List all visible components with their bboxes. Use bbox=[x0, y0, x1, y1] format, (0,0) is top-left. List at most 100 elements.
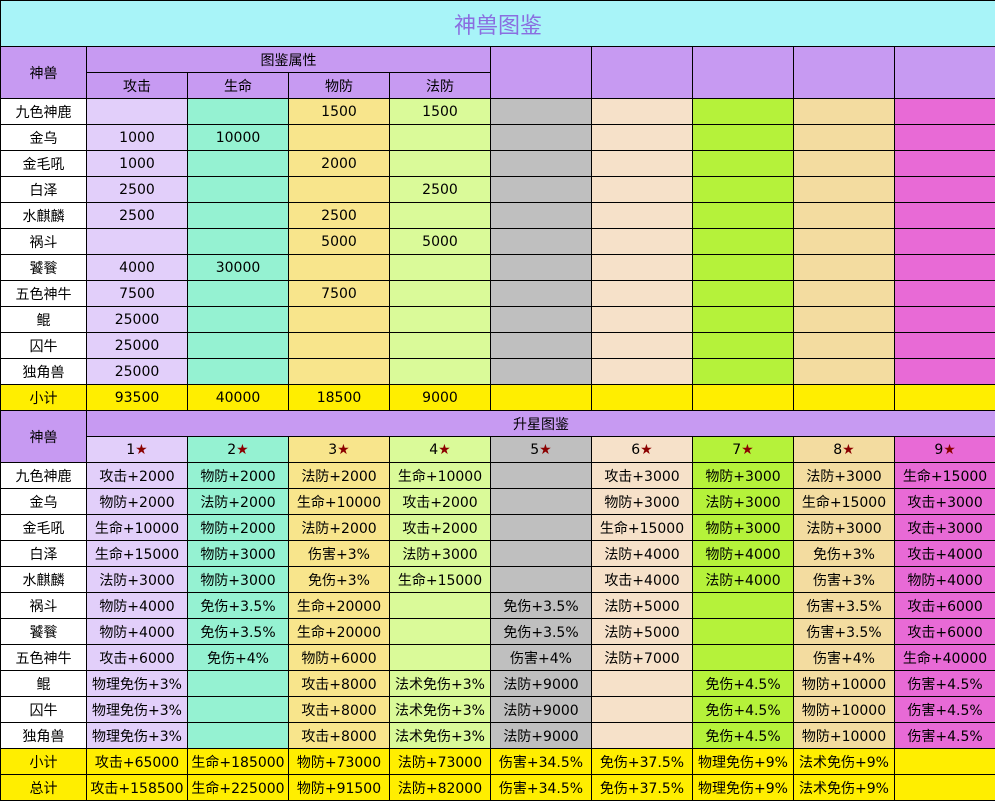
star-bonus-cell: 攻击+6000 bbox=[893, 592, 995, 619]
star-bonus-cell: 物防+2000 bbox=[187, 462, 289, 489]
attr-value-cell bbox=[389, 306, 491, 333]
star-icon: ★ bbox=[741, 441, 754, 458]
subtotal-value: 9000 bbox=[389, 384, 491, 411]
subtotal-label: 小计 bbox=[0, 748, 87, 775]
attr-value-cell: 1000 bbox=[86, 124, 188, 151]
star-bonus-cell: 攻击+6000 bbox=[893, 618, 995, 645]
attr-row: 鲲 25000 bbox=[0, 306, 995, 333]
star-bonus-cell: 攻击+6000 bbox=[86, 644, 188, 671]
star-bonus-cell: 伤害+3.5% bbox=[793, 592, 895, 619]
star-row: 囚牛 物理免伤+3% 攻击+8000 法术免伤+3% 法防+9000 免伤+4.5% 物防+… bbox=[0, 696, 995, 723]
attr-value-cell bbox=[893, 358, 995, 385]
star-bonus-cell bbox=[591, 722, 693, 749]
attr-row: 五色神牛 7500 7500 bbox=[0, 280, 995, 307]
attr-value-cell: 30000 bbox=[187, 254, 289, 281]
beast-name: 鲲 bbox=[0, 306, 87, 333]
star-bonus-cell: 物理免伤+3% bbox=[86, 696, 188, 723]
beast-name: 白泽 bbox=[0, 540, 87, 567]
attr-value-cell bbox=[591, 332, 693, 359]
star-level: 4 bbox=[429, 441, 439, 458]
attr-value-cell bbox=[591, 176, 693, 203]
attr-value-cell: 5000 bbox=[288, 228, 390, 255]
star-column-header: 1★ bbox=[86, 436, 188, 463]
star-bonus-cell: 物防+10000 bbox=[793, 670, 895, 697]
star-bonus-cell bbox=[490, 566, 592, 593]
subtotal-value: 法术免伤+9% bbox=[793, 748, 895, 775]
beast-name: 囚牛 bbox=[0, 332, 87, 359]
star-icon: ★ bbox=[842, 441, 855, 458]
attr-value-cell bbox=[490, 280, 592, 307]
attr-value-cell bbox=[86, 228, 188, 255]
star-section-title: 升星图鉴 bbox=[85, 410, 995, 437]
star-bonus-cell: 攻击+3000 bbox=[893, 514, 995, 541]
star-row: 金毛吼 生命+10000 物防+2000 法防+2000 攻击+2000 生命+15000… bbox=[0, 514, 995, 541]
star-bonus-cell: 免伤+3.5% bbox=[490, 592, 592, 619]
star-bonus-cell bbox=[187, 722, 289, 749]
attr-value-cell bbox=[793, 176, 895, 203]
star-bonus-cell: 法防+9000 bbox=[490, 670, 592, 697]
star-bonus-cell: 免伤+3.5% bbox=[187, 618, 289, 645]
star-bonus-cell: 生命+15000 bbox=[893, 462, 995, 489]
attr-value-cell bbox=[288, 176, 390, 203]
star-bonus-cell: 攻击+2000 bbox=[389, 488, 491, 515]
beast-name: 祸斗 bbox=[0, 592, 87, 619]
total-label: 总计 bbox=[0, 774, 87, 801]
attr-value-cell bbox=[893, 176, 995, 203]
star-bonus-cell: 免伤+4.5% bbox=[692, 696, 794, 723]
beast-name: 囚牛 bbox=[0, 696, 87, 723]
star-bonus-cell: 物防+4000 bbox=[893, 566, 995, 593]
attr-value-cell: 25000 bbox=[86, 332, 188, 359]
star-bonus-cell: 法防+9000 bbox=[490, 696, 592, 723]
star-row: 独角兽 物理免伤+3% 攻击+8000 法术免伤+3% 法防+9000 免伤+4.5% 物防… bbox=[0, 722, 995, 749]
star-bonus-cell bbox=[187, 670, 289, 697]
attr-value-cell bbox=[490, 124, 592, 151]
star-bonus-cell: 物防+3000 bbox=[187, 540, 289, 567]
star-bonus-cell: 免伤+4% bbox=[187, 644, 289, 671]
attr-value-cell bbox=[389, 254, 491, 281]
star-bonus-cell: 物防+6000 bbox=[288, 644, 390, 671]
beast-name: 五色神牛 bbox=[0, 280, 87, 307]
attr-row: 祸斗 5000 5000 bbox=[0, 228, 995, 255]
total-value: 物理免伤+9% bbox=[692, 774, 794, 801]
star-bonus-cell: 法防+4000 bbox=[692, 566, 794, 593]
attr-value-cell bbox=[288, 124, 390, 151]
beast-name: 白泽 bbox=[0, 176, 87, 203]
star-column-header: 3★ bbox=[288, 436, 390, 463]
star-row: 鲲物理免伤+3% 攻击+8000 法术免伤+3% 法防+9000 免伤+4.5% 物防+1… bbox=[0, 670, 995, 697]
star-bonus-cell: 生命+15000 bbox=[591, 514, 693, 541]
star-bonus-cell: 伤害+4% bbox=[793, 644, 895, 671]
star-bonus-cell: 法防+3000 bbox=[793, 462, 895, 489]
star-row: 饕餮 物防+4000 免伤+3.5% 生命+20000 免伤+3.5% 法防+5000 伤害… bbox=[0, 618, 995, 645]
attr-subtotal-row: 小计 93500 40000 18500 9000 bbox=[0, 384, 995, 411]
attr-value-cell bbox=[692, 280, 794, 307]
star-bonus-cell: 伤害+4% bbox=[490, 644, 592, 671]
star-bonus-cell: 物防+3000 bbox=[692, 514, 794, 541]
attr-value-cell bbox=[187, 280, 289, 307]
attr-value-cell bbox=[793, 254, 895, 281]
star-bonus-cell: 法防+5000 bbox=[591, 592, 693, 619]
attr-value-cell bbox=[187, 202, 289, 229]
total-value: 法术免伤+9% bbox=[793, 774, 895, 801]
attr-value-cell bbox=[893, 124, 995, 151]
star-bonus-cell: 攻击+8000 bbox=[288, 722, 390, 749]
star-bonus-cell: 攻击+8000 bbox=[288, 670, 390, 697]
star-level: 5 bbox=[530, 441, 540, 458]
subtotal-value: 免伤+37.5% bbox=[591, 748, 693, 775]
star-column-header: 6★ bbox=[591, 436, 693, 463]
star-bonus-cell bbox=[187, 696, 289, 723]
beast-name: 金乌 bbox=[0, 124, 87, 151]
attr-section-title: 图鉴属性 bbox=[86, 46, 491, 73]
subtotal-value bbox=[490, 384, 592, 411]
attr-value-cell bbox=[893, 254, 995, 281]
attr-row: 金毛吼 1000 2000 bbox=[0, 150, 995, 177]
attr-value-cell bbox=[692, 332, 794, 359]
attr-value-cell bbox=[793, 202, 895, 229]
total-value bbox=[893, 774, 995, 801]
star-bonus-cell: 免伤+3% bbox=[288, 566, 390, 593]
star-bonus-cell bbox=[389, 592, 491, 619]
subtotal-value: 物防+73000 bbox=[288, 748, 390, 775]
attr-value-cell bbox=[187, 98, 289, 125]
attr-value-cell bbox=[793, 150, 895, 177]
attr-row: 独角兽 25000 bbox=[0, 358, 995, 385]
attr-value-cell bbox=[389, 202, 491, 229]
